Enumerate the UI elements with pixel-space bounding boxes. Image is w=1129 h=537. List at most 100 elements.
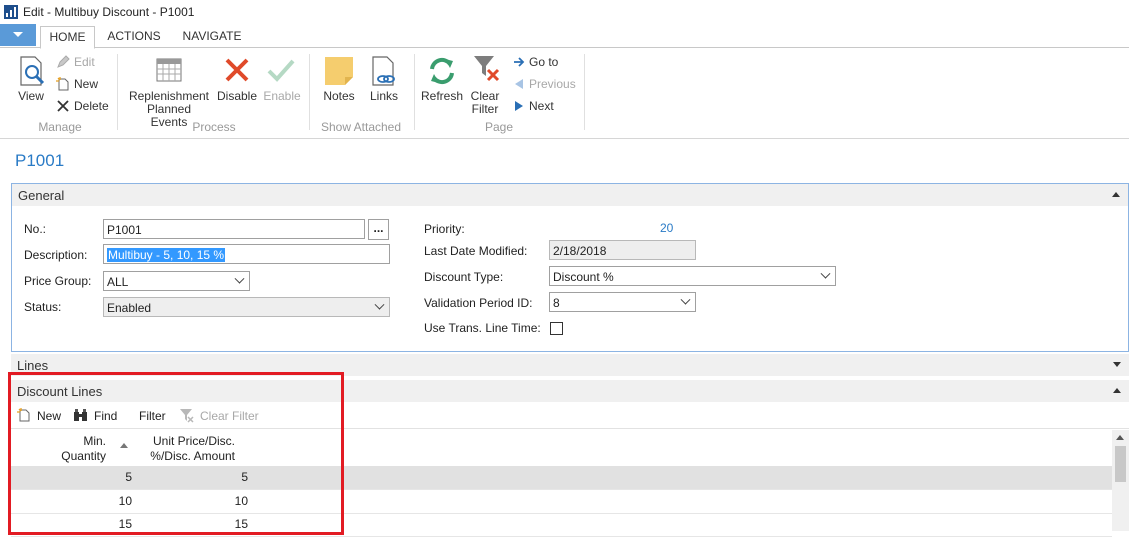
filter-button[interactable]: Filter — [139, 409, 166, 423]
view-icon — [20, 56, 45, 86]
last-modified-label: Last Date Modified: — [424, 244, 528, 258]
tab-actions[interactable]: ACTIONS — [100, 26, 168, 47]
delete-x-icon — [57, 100, 69, 112]
chevron-down-icon — [680, 294, 691, 305]
refresh-label: Refresh — [420, 89, 464, 103]
column-header-min-quantity[interactable]: Min. Quantity — [40, 434, 106, 464]
price-group-value: ALL — [107, 275, 129, 289]
priority-value[interactable]: 20 — [660, 221, 673, 235]
table-row[interactable]: 10 10 — [11, 490, 1112, 514]
discount-type-value: Discount % — [553, 270, 614, 284]
general-section-header[interactable]: General — [12, 184, 1128, 206]
min-quantity-cell[interactable]: 5 — [125, 470, 132, 484]
arrow-right-icon — [514, 57, 525, 67]
description-field[interactable]: Multibuy - 5, 10, 15 % — [103, 244, 390, 264]
tab-home[interactable]: HOME — [40, 26, 95, 49]
lookup-ellipsis-button[interactable]: ... — [368, 219, 389, 240]
discount-type-select[interactable]: Discount % — [549, 266, 836, 286]
chevron-down-icon — [234, 273, 245, 284]
notes-label: Notes — [323, 89, 355, 103]
status-value: Enabled — [107, 301, 152, 315]
description-label: Description: — [24, 248, 88, 262]
enable-label: Enable — [263, 89, 301, 103]
pencil-icon — [57, 55, 70, 68]
checkmark-icon — [267, 59, 295, 82]
page-title: P1001 — [15, 151, 65, 170]
unit-price-cell[interactable]: 10 — [235, 494, 248, 508]
note-icon — [325, 57, 353, 85]
delete-label: Delete — [74, 99, 109, 113]
refresh-icon — [430, 57, 454, 85]
chevron-down-icon — [820, 268, 831, 279]
discount-lines-toolbar: New Find Filter Clear Filter — [11, 404, 1129, 429]
previous-label: Previous — [529, 77, 576, 91]
group-label-page: Page — [484, 120, 514, 134]
validation-period-label: Validation Period ID: — [424, 296, 533, 310]
chevron-up-icon[interactable] — [1112, 192, 1120, 197]
app-logo-icon — [4, 5, 18, 19]
no-field[interactable]: P1001 — [103, 219, 365, 239]
status-select[interactable]: Enabled — [103, 297, 390, 317]
discount-type-label: Discount Type: — [424, 270, 504, 284]
table-row[interactable]: 15 15 — [11, 513, 1112, 537]
new-label: New — [74, 77, 99, 91]
group-label-manage: Manage — [38, 120, 82, 134]
min-quantity-header-line2: Quantity — [61, 449, 106, 463]
column-header-unit-price[interactable]: Unit Price/Disc. %/Disc. Amount — [140, 434, 235, 464]
unit-price-header-line2: %/Disc. Amount — [150, 449, 235, 463]
last-modified-value: 2/18/2018 — [553, 244, 607, 258]
status-label: Status: — [24, 300, 62, 314]
goto-label: Go to — [529, 55, 559, 69]
clear-filter-line-label: Clear Filter — [200, 409, 259, 423]
clear-filter-icon — [474, 56, 500, 82]
unit-price-cell[interactable]: 15 — [235, 517, 248, 531]
priority-label: Priority: — [424, 222, 465, 236]
view-label: View — [18, 89, 44, 103]
unit-price-header-line1: Unit Price/Disc. — [152, 434, 235, 448]
last-modified-field: 2/18/2018 — [549, 240, 696, 260]
title-bar: Edit - Multibuy Discount - P1001 — [0, 0, 1129, 24]
table-row[interactable]: 5 5 — [11, 466, 1112, 490]
tab-navigate[interactable]: NAVIGATE — [176, 26, 248, 47]
vertical-scrollbar[interactable] — [1112, 430, 1129, 531]
min-quantity-cell[interactable]: 10 — [119, 494, 132, 508]
price-group-select[interactable]: ALL — [103, 271, 250, 291]
new-document-icon — [17, 408, 30, 422]
chevron-down-icon[interactable] — [1113, 362, 1121, 367]
lines-section-title: Lines — [17, 358, 49, 373]
min-quantity-cell[interactable]: 15 — [119, 517, 132, 531]
unit-price-cell[interactable]: 5 — [241, 470, 248, 484]
trans-line-time-checkbox[interactable] — [550, 322, 563, 335]
disable-label: Disable — [216, 89, 258, 103]
clear-filter-label-line2: Filter — [471, 102, 499, 116]
chevron-down-icon — [374, 299, 385, 310]
clear-filter-icon — [180, 409, 194, 423]
scroll-thumb[interactable] — [1115, 446, 1126, 482]
app-menu-button[interactable] — [0, 24, 36, 46]
calendar-icon — [156, 58, 182, 82]
validation-period-select[interactable]: 8 — [549, 292, 696, 312]
discount-lines-section-title: Discount Lines — [17, 384, 103, 399]
lines-section-header[interactable]: Lines — [11, 354, 1129, 376]
chevron-down-icon — [13, 32, 23, 37]
sort-ascending-icon — [120, 443, 128, 448]
triangle-right-icon — [515, 101, 523, 111]
ribbon-separator — [414, 54, 415, 130]
binoculars-icon — [74, 409, 87, 421]
chevron-up-icon[interactable] — [1113, 388, 1121, 393]
link-document-icon — [372, 56, 395, 86]
no-label: No.: — [24, 222, 47, 236]
discount-lines-section-header[interactable]: Discount Lines — [11, 380, 1129, 402]
new-line-label: New — [37, 409, 62, 423]
no-value: P1001 — [107, 223, 142, 237]
window-title: Edit - Multibuy Discount - P1001 — [23, 5, 195, 19]
triangle-left-icon — [515, 79, 523, 89]
ribbon-separator — [309, 54, 310, 130]
scroll-up-icon[interactable] — [1116, 435, 1124, 440]
red-x-icon — [225, 58, 249, 82]
edit-label: Edit — [74, 55, 95, 69]
next-label: Next — [529, 99, 554, 113]
general-section-title: General — [18, 188, 65, 203]
ribbon-separator — [117, 54, 118, 130]
group-label-show-attached: Show Attached — [320, 120, 402, 134]
